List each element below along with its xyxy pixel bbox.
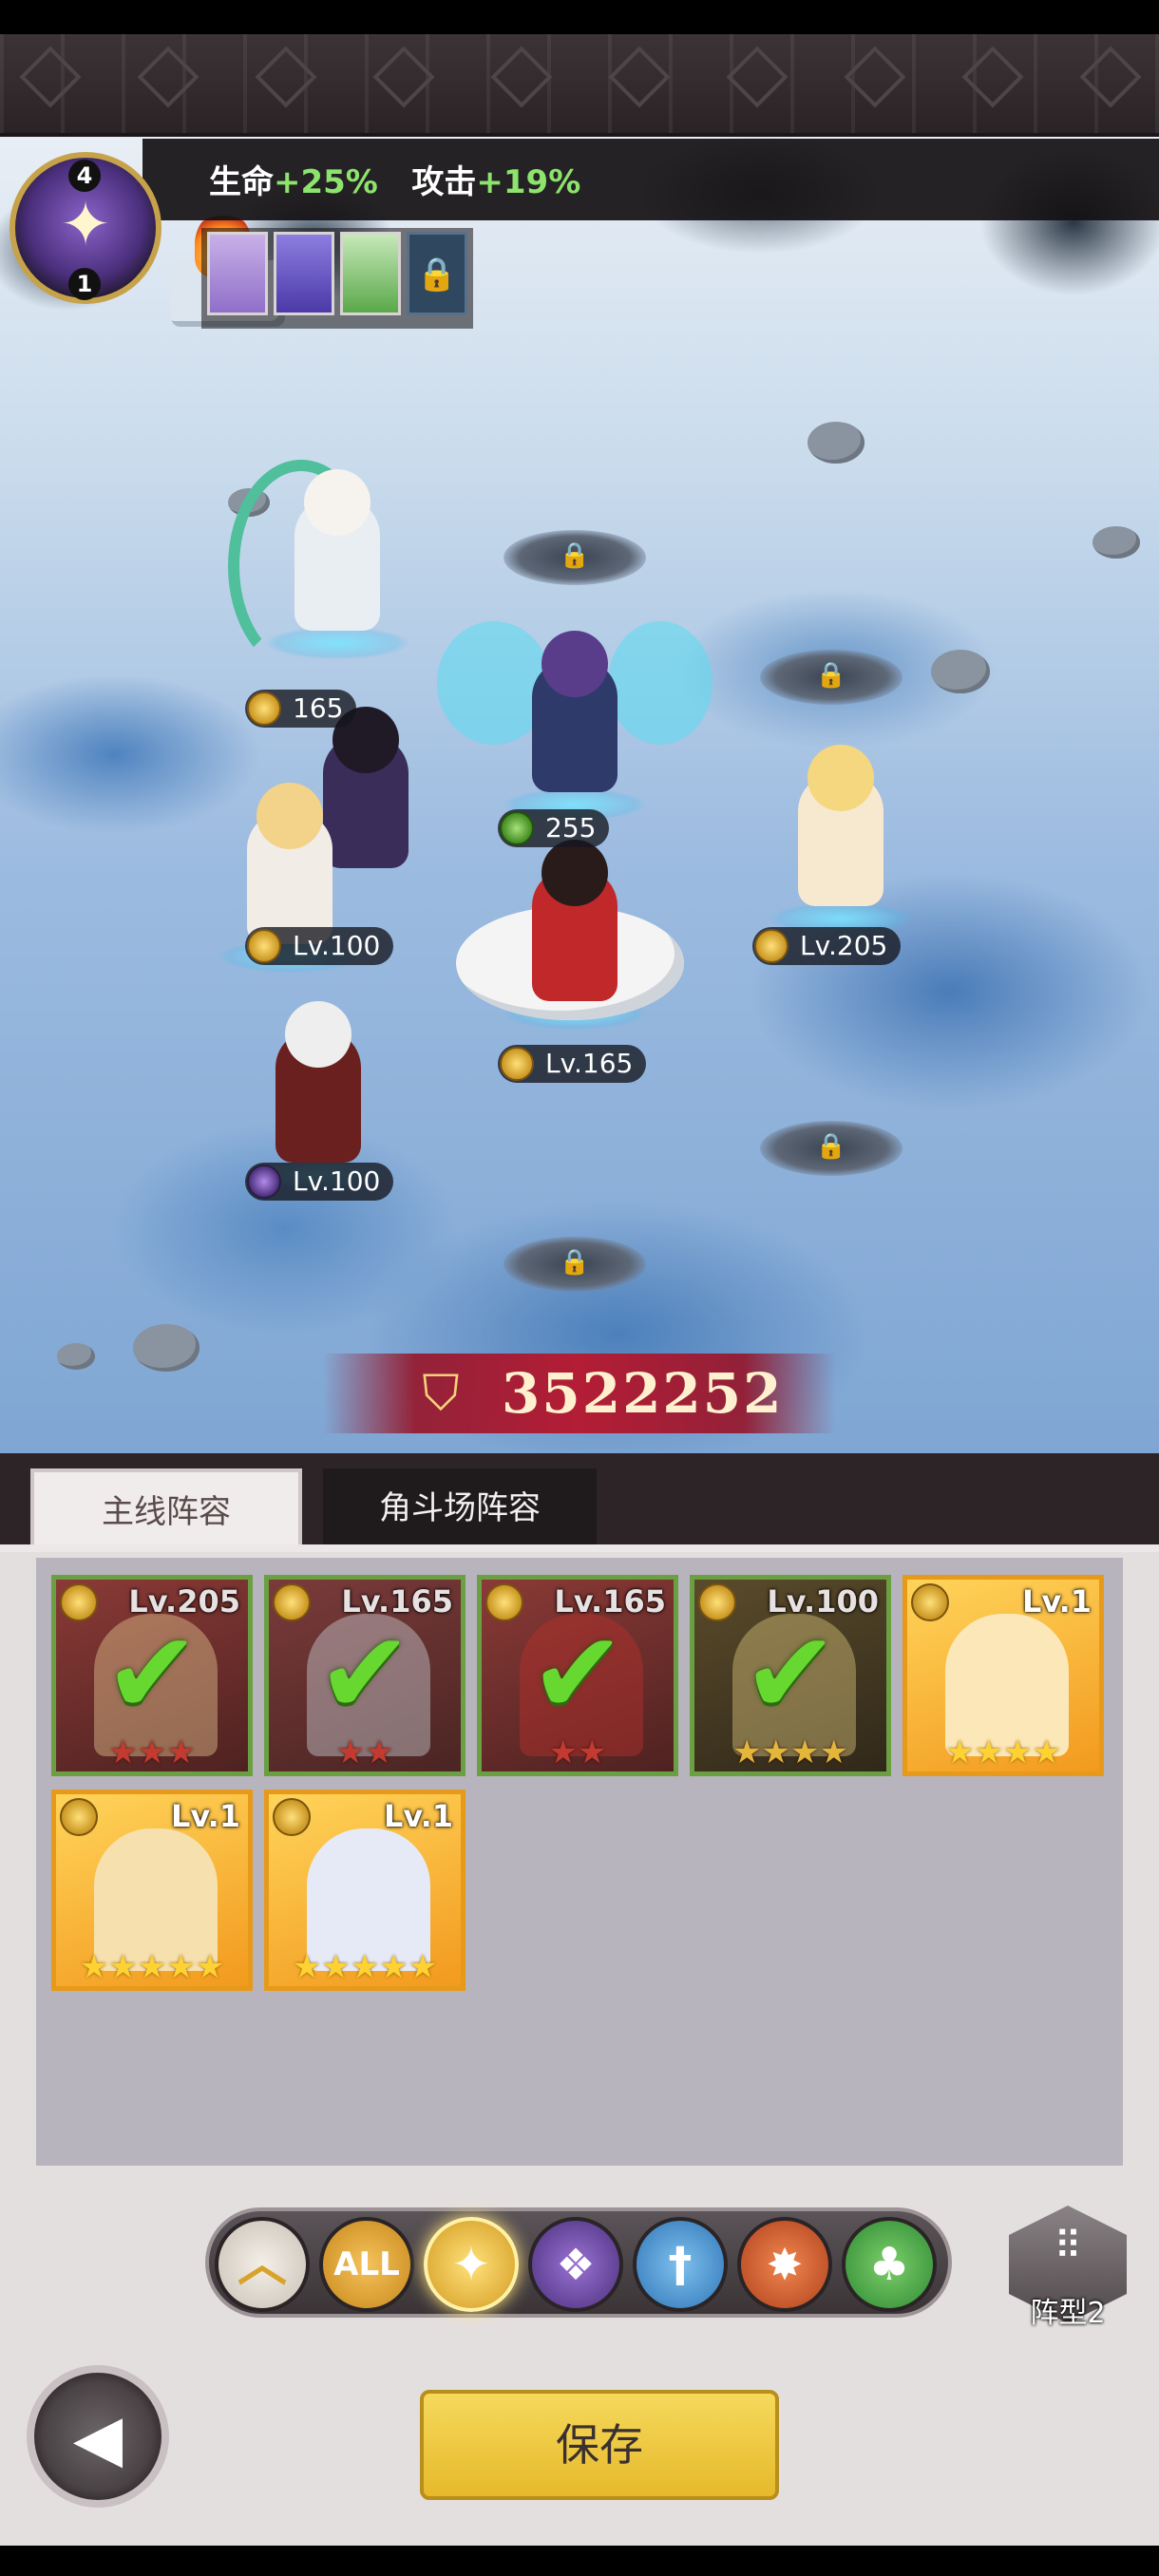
emblem-top-number: 4	[68, 160, 101, 192]
hero-fairy-spear[interactable]	[437, 621, 712, 821]
hero-card-stars: ★★★★★	[292, 1948, 438, 1986]
hero-card-stars: ★★★★	[732, 1733, 848, 1771]
hero-card[interactable]: Lv.1 ★★★★★	[51, 1790, 253, 1991]
filter-light-icon[interactable]: ✦	[424, 2217, 519, 2312]
hero-card-stars: ★★	[548, 1733, 607, 1771]
class-icon	[273, 1583, 311, 1621]
class-icon	[60, 1583, 98, 1621]
battlefield: 🔒 🔒 🔒 🔒 165 255 Lv.100 Lv.205 Lv.165 Lv.…	[0, 137, 1159, 1453]
save-button[interactable]: 保存	[420, 2390, 779, 2500]
check-icon: ✔	[316, 1608, 413, 1740]
tab-main-lineup[interactable]: 主线阵容	[30, 1468, 302, 1548]
pet-slot-cat[interactable]	[207, 232, 268, 315]
formation-grid-icon: ⠿	[1054, 2225, 1082, 2268]
check-icon: ✔	[529, 1608, 626, 1740]
hero-angel-moon[interactable]	[228, 460, 418, 672]
hero-card[interactable]: Lv.1 ★★★★★	[264, 1790, 466, 1991]
top-decoration	[0, 34, 1159, 137]
class-icon	[60, 1798, 98, 1836]
team-bonus-text: 生命+25% 攻击+19%	[209, 163, 581, 201]
empty-slot[interactable]: 🔒	[760, 1121, 902, 1176]
hero-card-stars: ★★★★	[945, 1733, 1061, 1771]
team-bonus-bar: 生命+25% 攻击+19%	[142, 139, 1159, 220]
hero-crane-rider[interactable]	[456, 840, 684, 1030]
hero-level-tag: Lv.100	[245, 1163, 394, 1201]
hero-card[interactable]: Lv.205 ✔ ★★★	[51, 1575, 253, 1776]
rock	[931, 650, 990, 693]
team-power: ⛉ 3522252	[323, 1354, 836, 1433]
hero-card-stars: ★★	[335, 1733, 394, 1771]
emblem-bottom-number: 1	[68, 268, 101, 300]
hero-level-tag: Lv.165	[498, 1045, 647, 1083]
rock	[808, 422, 864, 464]
rock	[1092, 526, 1140, 559]
collapse-up-icon[interactable]: ︿	[215, 2217, 310, 2312]
power-shield-icon: ⛉	[422, 1365, 460, 1422]
hero-card-level: Lv.1	[383, 1798, 453, 1834]
class-icon	[911, 1583, 949, 1621]
faction-filter-bar: ︿ ALL ✦ ❖ † ✸ ♣	[205, 2207, 952, 2318]
empty-slot[interactable]: 🔒	[504, 530, 646, 585]
hero-card[interactable]: Lv.100 ✔ ★★★★	[690, 1575, 891, 1776]
lock-icon: 🔒	[815, 1132, 847, 1161]
navigation-bar	[0, 2546, 1159, 2576]
star-icon: ✦	[60, 190, 111, 260]
empty-slot[interactable]: 🔒	[504, 1237, 646, 1292]
hero-card[interactable]: Lv.165 ✔ ★★	[477, 1575, 678, 1776]
formation-label: 阵型2	[1030, 2297, 1106, 2330]
pet-slot-fox[interactable]	[274, 232, 334, 315]
tab-arena-lineup[interactable]: 角斗场阵容	[323, 1468, 597, 1548]
hero-holy-knight[interactable]	[760, 745, 922, 935]
hero-level-tag: Lv.100	[245, 927, 394, 965]
class-icon	[273, 1798, 311, 1836]
status-bar	[0, 0, 1159, 34]
hero-card[interactable]: Lv.165 ✔ ★★	[264, 1575, 466, 1776]
hero-card-stars: ★★★	[108, 1733, 196, 1771]
rock	[133, 1324, 200, 1372]
check-icon: ✔	[104, 1608, 200, 1740]
hero-card-level: Lv.1	[1021, 1583, 1092, 1619]
hero-level-tag: Lv.205	[752, 927, 902, 965]
pet-slot-locked[interactable]: 🔒	[407, 232, 467, 315]
team-power-value: 3522252	[502, 1361, 784, 1426]
lineup-tabs: 主线阵容 角斗场阵容	[0, 1453, 1159, 1552]
check-icon: ✔	[742, 1608, 839, 1740]
lock-icon: 🔒	[559, 541, 591, 570]
hero-level-tag: 255	[498, 809, 610, 847]
lock-icon: 🔒	[416, 256, 458, 294]
hero-card[interactable]: Lv.1 ★★★★	[902, 1575, 1104, 1776]
filter-dark-icon[interactable]: ❖	[528, 2217, 623, 2312]
filter-nature-icon[interactable]: ♣	[842, 2217, 937, 2312]
hero-card-level: Lv.1	[170, 1798, 240, 1834]
pet-row: 🔒	[201, 228, 473, 329]
hero-roster: Lv.205 ✔ ★★★ Lv.165 ✔ ★★ Lv.165 ✔ ★★ Lv.…	[36, 1558, 1123, 2166]
hero-card-stars: ★★★★★	[79, 1948, 225, 1986]
filter-fire-icon[interactable]: ✸	[737, 2217, 832, 2312]
lock-icon: 🔒	[815, 661, 847, 690]
hero-level-tag: 165	[245, 690, 357, 728]
back-button[interactable]: ◀	[27, 2365, 169, 2508]
pet-slot-flower[interactable]	[340, 232, 401, 315]
back-arrow-icon: ◀	[72, 2401, 124, 2476]
empty-slot[interactable]: 🔒	[760, 650, 902, 705]
filter-water-icon[interactable]: †	[633, 2217, 728, 2312]
rock	[57, 1343, 95, 1370]
filter-all-button[interactable]: ALL	[319, 2217, 414, 2312]
class-icon	[698, 1583, 736, 1621]
class-icon	[485, 1583, 523, 1621]
lock-icon: 🔒	[559, 1248, 591, 1277]
